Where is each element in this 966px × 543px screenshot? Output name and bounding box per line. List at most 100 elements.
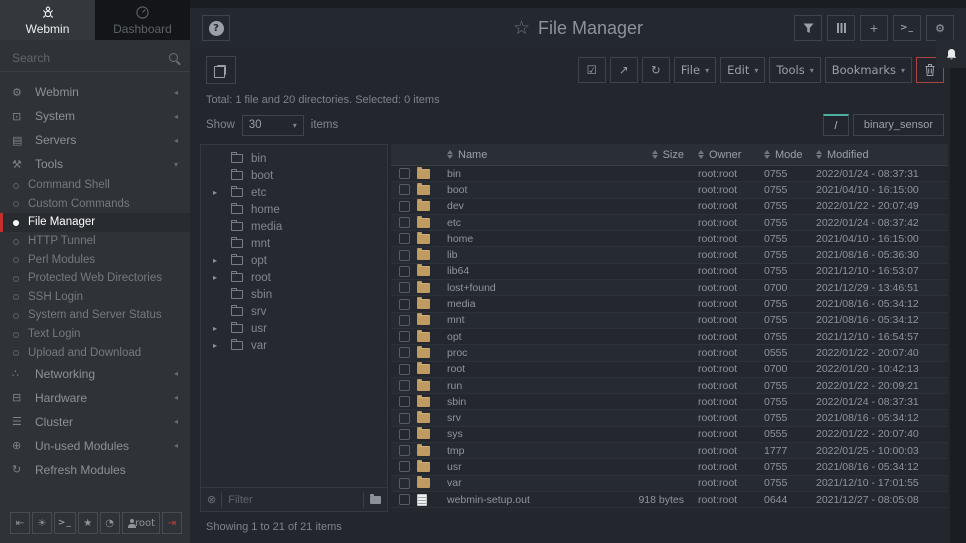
bookmarks-menu-button[interactable]: Bookmarks ▾ — [825, 57, 912, 83]
tab-dashboard[interactable]: Dashboard — [95, 0, 190, 40]
file-name[interactable]: bin — [447, 168, 593, 180]
file-name[interactable]: var — [447, 477, 593, 489]
sidebar-menu-item[interactable]: ↻ Refresh Modules — [0, 458, 190, 482]
table-row[interactable]: run root:root 0755 2022/01/22 - 20:09:21 — [391, 378, 948, 394]
expand-caret-icon[interactable]: ▸ — [213, 324, 225, 333]
edit-menu-button[interactable]: Edit ▾ — [720, 57, 765, 83]
file-name[interactable]: usr — [447, 461, 593, 473]
table-row[interactable]: home root:root 0755 2021/04/10 - 16:15:0… — [391, 231, 948, 247]
row-checkbox[interactable] — [399, 331, 410, 342]
table-row[interactable]: bin root:root 0755 2022/01/24 - 08:37:31 — [391, 166, 948, 182]
file-name[interactable]: lost+found — [447, 282, 593, 294]
sidebar-menu-item[interactable]: ∴ Networking ◂ — [0, 362, 190, 386]
sidebar-menu-item[interactable]: Command Shell — [0, 176, 190, 195]
table-row[interactable]: sbin root:root 0755 2022/01/24 - 08:37:3… — [391, 394, 948, 410]
sidebar-menu-item[interactable]: Custom Commands — [0, 195, 190, 214]
table-row[interactable]: var root:root 0755 2021/12/10 - 17:01:55 — [391, 476, 948, 492]
columns-button[interactable] — [827, 15, 855, 41]
table-row[interactable]: usr root:root 0755 2021/08/16 - 05:34:12 — [391, 459, 948, 475]
table-row[interactable]: boot root:root 0755 2021/04/10 - 16:15:0… — [391, 182, 948, 198]
sidebar-menu-item[interactable]: HTTP Tunnel — [0, 232, 190, 251]
file-name[interactable]: srv — [447, 412, 593, 424]
table-row[interactable]: lib root:root 0755 2021/08/16 - 05:36:30 — [391, 247, 948, 263]
table-row[interactable]: webmin-setup.out 918 bytes root:root 064… — [391, 492, 948, 508]
row-checkbox[interactable] — [399, 282, 410, 293]
sidebar-menu-item[interactable]: ⚒ Tools ▾ — [0, 152, 190, 176]
tree-directory-item[interactable]: bin — [201, 150, 387, 167]
sidebar-menu-item[interactable]: ⊟ Hardware ◂ — [0, 386, 190, 410]
breadcrumb-root-button[interactable]: / — [823, 114, 849, 136]
row-checkbox[interactable] — [399, 445, 410, 456]
table-row[interactable]: etc root:root 0755 2022/01/24 - 08:37:42 — [391, 215, 948, 231]
logout-button[interactable]: ⇥ — [162, 512, 182, 534]
theme-toggle-button[interactable]: ☀ — [32, 512, 52, 534]
sidebar-menu-item[interactable]: ⊡ System ◂ — [0, 104, 190, 128]
expand-caret-icon[interactable]: ▸ — [213, 256, 225, 265]
row-checkbox[interactable] — [399, 413, 410, 424]
row-checkbox[interactable] — [399, 478, 410, 489]
file-name[interactable]: tmp — [447, 445, 593, 457]
row-checkbox[interactable] — [399, 380, 410, 391]
sidebar-menu-item[interactable]: Perl Modules — [0, 250, 190, 269]
search-input[interactable] — [12, 51, 169, 65]
sidebar-menu-item[interactable]: Upload and Download — [0, 343, 190, 362]
page-size-select[interactable]: 30 ▾ — [242, 115, 304, 136]
user-button[interactable]: root — [122, 512, 160, 534]
tree-directory-item[interactable]: ▸ etc — [201, 184, 387, 201]
tree-directory-item[interactable]: sbin — [201, 286, 387, 303]
file-name[interactable]: dev — [447, 200, 593, 212]
expand-caret-icon[interactable]: ▸ — [213, 273, 225, 282]
tab-webmin[interactable]: Webmin — [0, 0, 95, 40]
sidebar-menu-item[interactable]: ⊕ Un-used Modules ◂ — [0, 434, 190, 458]
add-button[interactable]: + — [860, 15, 888, 41]
tree-filter-input[interactable] — [221, 492, 358, 508]
table-row[interactable]: sys root:root 0555 2022/01/22 - 20:07:40 — [391, 427, 948, 443]
row-checkbox[interactable] — [399, 396, 410, 407]
row-checkbox[interactable] — [399, 217, 410, 228]
notifications-button[interactable] — [936, 40, 966, 68]
favorite-star-icon[interactable]: ☆ — [513, 17, 530, 39]
file-name[interactable]: lib — [447, 249, 593, 261]
table-row[interactable]: tmp root:root 1777 2022/01/25 - 10:00:03 — [391, 443, 948, 459]
table-row[interactable]: dev root:root 0755 2022/01/22 - 20:07:49 — [391, 199, 948, 215]
sidebar-menu-item[interactable]: ▤ Servers ◂ — [0, 128, 190, 152]
file-name[interactable]: boot — [447, 184, 593, 196]
row-checkbox[interactable] — [399, 429, 410, 440]
sidebar-menu-item[interactable]: SSH Login — [0, 288, 190, 307]
clear-filter-icon[interactable]: ⊗ — [207, 493, 216, 506]
select-all-button[interactable]: ☑ — [578, 57, 606, 83]
row-checkbox[interactable] — [399, 461, 410, 472]
expand-caret-icon[interactable]: ▸ — [213, 341, 225, 350]
file-name[interactable]: sbin — [447, 396, 593, 408]
tree-directory-item[interactable]: boot — [201, 167, 387, 184]
sidebar-menu-item[interactable]: ⚙ Webmin ◂ — [0, 80, 190, 104]
row-checkbox[interactable] — [399, 299, 410, 310]
sidebar-menu-item[interactable]: System and Server Status — [0, 306, 190, 325]
sort-by-name[interactable]: Name — [447, 149, 593, 161]
settings-button[interactable]: ⚙ — [926, 15, 954, 41]
row-checkbox[interactable] — [399, 184, 410, 195]
sort-by-size[interactable]: Size — [593, 149, 698, 161]
help-button[interactable]: ? — [202, 15, 230, 41]
table-row[interactable]: opt root:root 0755 2021/12/10 - 16:54:57 — [391, 329, 948, 345]
sidebar-menu-item[interactable]: ☰ Cluster ◂ — [0, 410, 190, 434]
file-name[interactable]: mnt — [447, 314, 593, 326]
file-name[interactable]: home — [447, 233, 593, 245]
favorites-button[interactable]: ★ — [78, 512, 98, 534]
tree-directory-item[interactable]: media — [201, 218, 387, 235]
tree-directory-item[interactable]: srv — [201, 303, 387, 320]
table-row[interactable]: root root:root 0700 2022/01/20 - 10:42:1… — [391, 362, 948, 378]
sidebar-menu-item[interactable]: Protected Web Directories — [0, 269, 190, 288]
tree-directory-item[interactable]: ▸ var — [201, 337, 387, 354]
file-name[interactable]: webmin-setup.out — [447, 494, 593, 506]
sort-by-owner[interactable]: Owner — [698, 149, 764, 161]
table-row[interactable]: lost+found root:root 0700 2021/12/29 - 1… — [391, 280, 948, 296]
table-row[interactable]: mnt root:root 0755 2021/08/16 - 05:34:12 — [391, 313, 948, 329]
row-checkbox[interactable] — [399, 315, 410, 326]
row-checkbox[interactable] — [399, 364, 410, 375]
file-name[interactable]: root — [447, 363, 593, 375]
file-name[interactable]: lib64 — [447, 265, 593, 277]
tree-directory-item[interactable]: ▸ root — [201, 269, 387, 286]
file-name[interactable]: media — [447, 298, 593, 310]
copy-path-button[interactable] — [206, 56, 236, 84]
